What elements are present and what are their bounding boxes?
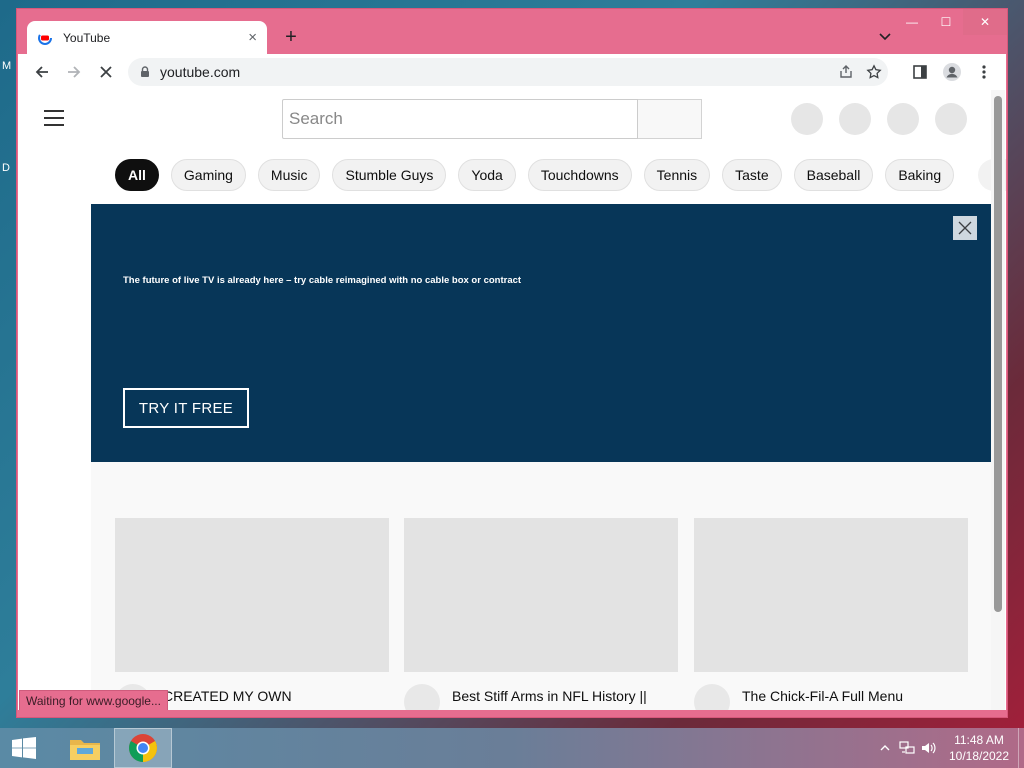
scrollbar-thumb[interactable]: [994, 96, 1002, 612]
chip-music[interactable]: Music: [257, 159, 321, 191]
status-bubble: Waiting for www.google...: [19, 690, 168, 710]
profile-avatar-icon[interactable]: [938, 58, 966, 86]
close-window-button[interactable]: ✕: [963, 9, 1007, 35]
address-bar[interactable]: youtube.com: [128, 58, 888, 86]
banner-headline: The future of live TV is already here – …: [123, 275, 522, 286]
browser-window: — ☐ ✕ YouTube × + youtube.com Search All…: [16, 8, 1008, 718]
maximize-button[interactable]: ☐: [929, 9, 963, 35]
tab-title: YouTube: [63, 30, 111, 45]
forward-icon[interactable]: [60, 58, 88, 86]
video-card[interactable]: CREATED MY OWN: [115, 518, 389, 710]
chip-taste[interactable]: Taste: [722, 159, 782, 191]
desktop-icon-label: M: [2, 60, 12, 72]
video-title[interactable]: Best Stiff Arms in NFL History ||: [452, 686, 647, 710]
chip-baseball[interactable]: Baseball: [793, 159, 874, 191]
network-icon[interactable]: [896, 728, 918, 768]
search-placeholder: Search: [289, 109, 343, 128]
video-title[interactable]: CREATED MY OWN: [163, 686, 292, 710]
browser-toolbar: youtube.com: [18, 54, 1006, 90]
bookmark-star-icon[interactable]: [860, 58, 888, 86]
video-title[interactable]: The Chick-Fil-A Full Menu: [742, 686, 903, 710]
clock-time: 11:48 AM: [954, 733, 1004, 747]
new-tab-button[interactable]: +: [279, 25, 303, 49]
video-thumbnail[interactable]: [694, 518, 968, 672]
chip-baking[interactable]: Baking: [885, 159, 955, 191]
lock-icon: [141, 66, 149, 77]
header-icon-placeholder[interactable]: [887, 103, 919, 135]
video-feed: CREATED MY OWN Best Stiff Arms in NFL Hi…: [91, 462, 991, 710]
back-icon[interactable]: [28, 58, 56, 86]
chrome-taskbar-icon[interactable]: [114, 728, 172, 768]
minimize-button[interactable]: —: [895, 9, 929, 35]
search-button[interactable]: [638, 99, 702, 139]
window-controls: — ☐ ✕: [895, 9, 1007, 35]
url-text: youtube.com: [160, 64, 241, 80]
clock-date: 10/18/2022: [948, 749, 1010, 763]
show-desktop-button[interactable]: [1018, 728, 1024, 768]
chip-touchdowns[interactable]: Touchdowns: [527, 159, 632, 191]
chip-stumble-guys[interactable]: Stumble Guys: [332, 159, 447, 191]
channel-avatar[interactable]: [404, 684, 440, 710]
chip-all[interactable]: All: [115, 159, 159, 191]
stop-loading-icon[interactable]: [92, 58, 120, 86]
try-it-free-button[interactable]: TRY IT FREE: [123, 388, 249, 428]
video-thumbnail[interactable]: [404, 518, 678, 672]
page-viewport: Search All Gaming Music Stumble Guys Yod…: [18, 90, 1006, 710]
filter-chips: All Gaming Music Stumble Guys Yoda Touch…: [115, 159, 955, 191]
banner-close-icon[interactable]: [953, 216, 977, 240]
video-card[interactable]: The Chick-Fil-A Full Menu: [694, 518, 968, 710]
taskbar: 11:48 AM 10/18/2022: [0, 728, 1024, 768]
tab-search-icon[interactable]: [875, 27, 895, 47]
youtube-loading-icon: [38, 30, 52, 45]
chip-tennis[interactable]: Tennis: [643, 159, 711, 191]
video-card[interactable]: Best Stiff Arms in NFL History ||: [404, 518, 678, 710]
header-icon-placeholder[interactable]: [839, 103, 871, 135]
side-panel-icon[interactable]: [906, 58, 934, 86]
share-icon[interactable]: [832, 58, 860, 86]
header-icon-placeholder[interactable]: [935, 103, 967, 135]
tab-youtube[interactable]: YouTube ×: [27, 21, 267, 54]
search-input[interactable]: Search: [282, 99, 638, 139]
header-icon-placeholder[interactable]: [791, 103, 823, 135]
tab-close-icon[interactable]: ×: [248, 29, 257, 46]
system-tray: 11:48 AM 10/18/2022: [874, 728, 1024, 768]
page-scrollbar[interactable]: [991, 90, 1005, 710]
chip-gaming[interactable]: Gaming: [170, 159, 246, 191]
clock[interactable]: 11:48 AM 10/18/2022: [940, 732, 1018, 764]
video-thumbnail[interactable]: [115, 518, 389, 672]
channel-avatar[interactable]: [694, 684, 730, 710]
ad-banner: The future of live TV is already here – …: [91, 204, 991, 462]
kebab-menu-icon[interactable]: [970, 58, 998, 86]
file-explorer-icon[interactable]: [56, 728, 114, 768]
chip-yoda[interactable]: Yoda: [458, 159, 516, 191]
windows-start-icon[interactable]: [0, 728, 48, 768]
chevron-up-icon[interactable]: [874, 728, 896, 768]
hamburger-menu-icon[interactable]: [44, 110, 64, 126]
desktop-icon-label: D: [2, 162, 10, 174]
volume-icon[interactable]: [918, 728, 940, 768]
